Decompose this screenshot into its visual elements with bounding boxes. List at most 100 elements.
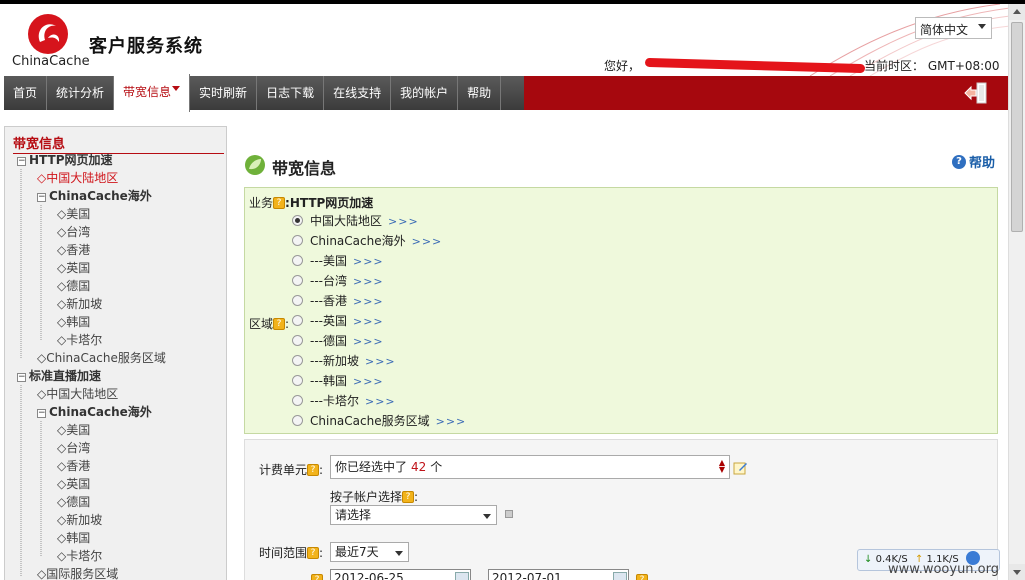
region-option-label: ---韩国 <box>310 374 347 388</box>
question-icon[interactable]: ? <box>307 464 320 476</box>
region-more-link[interactable]: >>> <box>353 315 384 328</box>
nav-tab-help[interactable]: 帮助 <box>458 76 502 110</box>
region-radio-option[interactable]: ---香港 >>> <box>292 292 384 310</box>
radio-button[interactable] <box>292 295 303 306</box>
main-nav: 首页 统计分析 带宽信息 实时刷新 日志下载 在线支持 我的帐户 帮助 <box>4 74 1008 112</box>
calendar-icon[interactable] <box>613 572 627 580</box>
subaccount-select[interactable]: 请选择 <box>330 505 497 525</box>
radio-button[interactable] <box>292 355 303 366</box>
question-icon[interactable]: ? <box>273 197 286 209</box>
region-radio-option[interactable]: ChinaCache海外 >>> <box>292 232 442 250</box>
page-scrollbar[interactable] <box>1008 4 1025 580</box>
nav-tab-bandwidth[interactable]: 带宽信息 <box>114 74 191 112</box>
tree-item[interactable]: ◇新加坡 <box>57 295 102 313</box>
nav-tab-realtime-refresh[interactable]: 实时刷新 <box>190 76 258 110</box>
radio-button[interactable] <box>292 375 303 386</box>
question-icon[interactable]: ? <box>273 318 286 330</box>
radio-button[interactable] <box>292 415 303 426</box>
tree-item[interactable]: ◇台湾 <box>57 223 90 241</box>
tree-collapse-toggle-icon[interactable]: − <box>37 409 46 418</box>
tree-collapse-toggle-icon[interactable]: − <box>17 373 26 382</box>
region-more-link[interactable]: >>> <box>353 255 384 268</box>
edit-note-icon[interactable] <box>733 461 748 475</box>
clear-subaccount-icon[interactable] <box>505 510 513 518</box>
tree-item[interactable]: ◇韩国 <box>57 313 90 331</box>
time-range-select[interactable]: 最近7天 <box>330 542 409 562</box>
tree-item[interactable]: ◇卡塔尔 <box>57 331 102 349</box>
tree-item[interactable]: ◇国际服务区域 <box>37 565 118 580</box>
region-option-label: ---新加坡 <box>310 354 359 368</box>
question-icon[interactable]: ? <box>636 574 648 580</box>
radio-button[interactable] <box>292 215 303 226</box>
tree-item[interactable]: ◇卡塔尔 <box>57 547 102 565</box>
scroll-thumb[interactable] <box>1011 22 1023 232</box>
region-option-label: ---卡塔尔 <box>310 394 359 408</box>
region-radio-option[interactable]: ---新加坡 >>> <box>292 352 396 370</box>
region-more-link[interactable]: >>> <box>365 355 396 368</box>
question-icon[interactable]: ? <box>402 491 415 503</box>
tree-item[interactable]: ◇中国大陆地区 <box>37 169 118 187</box>
region-more-link[interactable]: >>> <box>353 295 384 308</box>
region-radio-option[interactable]: ChinaCache服务区域 >>> <box>292 412 466 430</box>
tree-item[interactable]: ◇韩国 <box>57 529 90 547</box>
region-radio-option[interactable]: ---台湾 >>> <box>292 272 384 290</box>
help-link[interactable]: ? 帮助 <box>952 152 995 171</box>
language-select[interactable]: 简体中文 <box>915 17 992 39</box>
region-radio-option[interactable]: 中国大陆地区 >>> <box>292 212 419 230</box>
radio-button[interactable] <box>292 235 303 246</box>
region-more-link[interactable]: >>> <box>388 215 419 228</box>
region-more-link[interactable]: >>> <box>365 395 396 408</box>
calendar-icon[interactable] <box>455 572 469 580</box>
end-date-input[interactable]: 2012-07-01 <box>488 569 629 580</box>
tree-item[interactable]: ◇英国 <box>57 259 90 277</box>
radio-button[interactable] <box>292 315 303 326</box>
radio-button[interactable] <box>292 395 303 406</box>
region-more-link[interactable]: >>> <box>353 335 384 348</box>
tree-item[interactable]: ◇新加坡 <box>57 511 102 529</box>
tree-item[interactable]: ◇英国 <box>57 475 90 493</box>
scroll-down-arrow-icon[interactable] <box>1009 564 1025 580</box>
tree-group[interactable]: − 标准直播加速 <box>17 367 101 385</box>
tree-item[interactable]: ◇美国 <box>57 205 90 223</box>
radio-button[interactable] <box>292 255 303 266</box>
tree-group[interactable]: − HTTP网页加速 <box>17 151 113 169</box>
tree-collapse-toggle-icon[interactable]: − <box>37 193 46 202</box>
nav-tab-home[interactable]: 首页 <box>4 76 48 110</box>
tree-group[interactable]: − ChinaCache海外 <box>37 403 152 421</box>
nav-tab-statistics[interactable]: 统计分析 <box>47 76 115 110</box>
logout-icon[interactable] <box>964 82 988 104</box>
nav-tab-my-account[interactable]: 我的帐户 <box>391 76 459 110</box>
region-more-link[interactable]: >>> <box>436 415 467 428</box>
tree-item[interactable]: ◇香港 <box>57 457 90 475</box>
region-more-link[interactable]: >>> <box>353 275 384 288</box>
question-icon[interactable]: ? <box>307 547 320 559</box>
question-icon[interactable]: ? <box>311 574 323 580</box>
logo-text: ChinaCache <box>12 54 90 69</box>
tree-item[interactable]: ◇美国 <box>57 421 90 439</box>
region-radio-option[interactable]: ---德国 >>> <box>292 332 384 350</box>
region-more-link[interactable]: >>> <box>353 375 384 388</box>
region-radio-option[interactable]: ---英国 >>> <box>292 312 384 330</box>
subaccount-select-value: 请选择 <box>335 508 372 522</box>
start-date-input[interactable]: 2012-06-25 <box>330 569 471 580</box>
nav-tab-online-support[interactable]: 在线支持 <box>324 76 392 110</box>
region-radio-option[interactable]: ---韩国 >>> <box>292 372 384 390</box>
tree-item[interactable]: ◇中国大陆地区 <box>37 385 118 403</box>
nav-tabs: 首页 统计分析 带宽信息 实时刷新 日志下载 在线支持 我的帐户 帮助 <box>4 74 524 112</box>
billing-unit-select[interactable]: 你已经选中了 42 个 ▲ ▼ <box>330 455 730 479</box>
scroll-up-arrow-icon[interactable] <box>1009 4 1025 20</box>
region-more-link[interactable]: >>> <box>412 235 443 248</box>
tree-item[interactable]: ◇ChinaCache服务区域 <box>37 349 166 367</box>
region-radio-option[interactable]: ---美国 >>> <box>292 252 384 270</box>
tree-item[interactable]: ◇德国 <box>57 277 90 295</box>
tree-item[interactable]: ◇台湾 <box>57 439 90 457</box>
tree-item[interactable]: ◇德国 <box>57 493 90 511</box>
nav-tab-log-download[interactable]: 日志下载 <box>257 76 325 110</box>
greeting-text: 您好， <box>604 59 641 73</box>
tree-item[interactable]: ◇香港 <box>57 241 90 259</box>
radio-button[interactable] <box>292 275 303 286</box>
radio-button[interactable] <box>292 335 303 346</box>
tree-collapse-toggle-icon[interactable]: − <box>17 157 26 166</box>
tree-group[interactable]: − ChinaCache海外 <box>37 187 152 205</box>
region-radio-option[interactable]: ---卡塔尔 >>> <box>292 392 396 410</box>
